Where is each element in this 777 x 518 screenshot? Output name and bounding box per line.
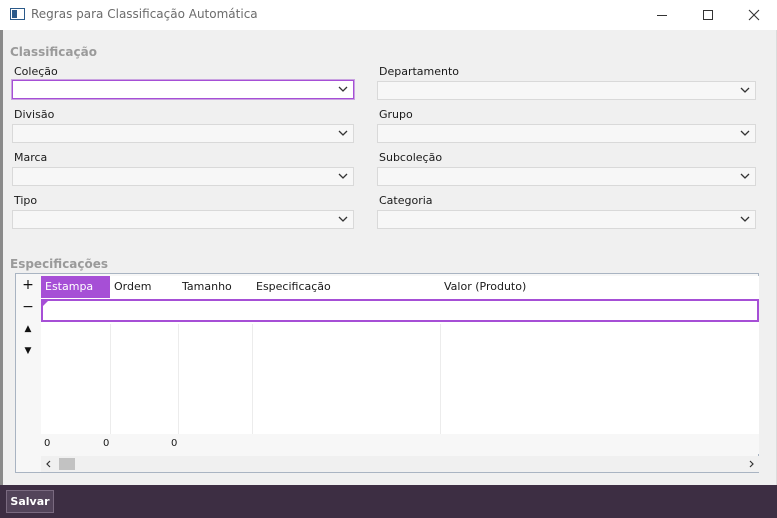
close-button[interactable] bbox=[731, 0, 777, 30]
close-icon bbox=[748, 9, 760, 21]
colecao-label: Coleção bbox=[14, 65, 58, 78]
grid-footer-totals: 0 0 0 bbox=[41, 434, 759, 454]
row-indicator-icon bbox=[43, 301, 48, 306]
chevron-down-icon bbox=[338, 216, 348, 222]
chevron-left-icon bbox=[46, 460, 51, 468]
divisao-label: Divisão bbox=[14, 108, 55, 121]
departamento-combo[interactable] bbox=[377, 81, 756, 100]
colecao-combo[interactable] bbox=[12, 80, 354, 99]
table-row[interactable] bbox=[41, 299, 759, 322]
remove-row-button[interactable]: − bbox=[20, 299, 36, 315]
minimize-button[interactable] bbox=[639, 0, 685, 30]
marca-combo[interactable] bbox=[12, 167, 354, 186]
divisao-combo[interactable] bbox=[12, 124, 354, 143]
grupo-label: Grupo bbox=[379, 108, 413, 121]
maximize-button[interactable] bbox=[685, 0, 731, 30]
scroll-left-button[interactable] bbox=[41, 456, 57, 472]
tipo-label: Tipo bbox=[14, 194, 38, 207]
tipo-combo[interactable] bbox=[12, 210, 354, 229]
specifications-grid: Estampa Ordem Tamanho Especificação Valo… bbox=[41, 276, 759, 434]
minimize-icon bbox=[657, 14, 667, 16]
departamento-label: Departamento bbox=[379, 65, 460, 78]
categoria-combo[interactable] bbox=[377, 210, 756, 229]
chevron-right-icon bbox=[749, 460, 754, 468]
specifications-panel: + − ▲ ▼ Estampa Ordem Tamanho Especifica… bbox=[15, 273, 759, 473]
chevron-down-icon bbox=[338, 173, 348, 179]
total-tamanho: 0 bbox=[171, 438, 178, 449]
column-header-estampa[interactable]: Estampa bbox=[41, 276, 110, 298]
save-button[interactable]: Salvar bbox=[6, 490, 54, 513]
chevron-down-icon bbox=[740, 130, 750, 136]
move-up-button[interactable]: ▲ bbox=[20, 321, 36, 337]
maximize-icon bbox=[703, 10, 713, 20]
column-divider bbox=[252, 324, 253, 434]
classification-section-title: Classificação bbox=[10, 45, 97, 59]
horizontal-scrollbar[interactable] bbox=[41, 456, 759, 472]
title-bar: Regras para Classificação Automática bbox=[0, 0, 777, 30]
subcolecao-combo[interactable] bbox=[377, 167, 756, 186]
chevron-down-icon bbox=[740, 87, 750, 93]
form-area: Classificação Coleção Divisão Marca Tipo… bbox=[0, 30, 777, 485]
column-header-tamanho[interactable]: Tamanho bbox=[178, 276, 252, 298]
window-title: Regras para Classificação Automática bbox=[31, 7, 258, 21]
chevron-down-icon bbox=[338, 130, 348, 136]
scroll-right-button[interactable] bbox=[743, 456, 759, 472]
subcolecao-label: Subcoleção bbox=[379, 151, 443, 164]
chevron-down-icon bbox=[740, 173, 750, 179]
column-divider bbox=[178, 324, 179, 434]
column-header-valor-produto[interactable]: Valor (Produto) bbox=[440, 276, 759, 298]
window-icon bbox=[10, 8, 25, 20]
column-header-especificacao[interactable]: Especificação bbox=[252, 276, 440, 298]
categoria-label: Categoria bbox=[379, 194, 433, 207]
bottom-action-bar: Salvar bbox=[0, 485, 777, 518]
total-ordem: 0 bbox=[103, 438, 110, 449]
column-divider bbox=[110, 324, 111, 434]
grupo-combo[interactable] bbox=[377, 124, 756, 143]
move-down-button[interactable]: ▼ bbox=[20, 343, 36, 359]
chevron-down-icon bbox=[338, 86, 348, 92]
add-row-button[interactable]: + bbox=[20, 277, 36, 293]
marca-label: Marca bbox=[14, 151, 48, 164]
column-divider bbox=[440, 324, 441, 434]
specifications-section-title: Especificações bbox=[10, 257, 109, 271]
grid-header: Estampa Ordem Tamanho Especificação Valo… bbox=[41, 276, 759, 298]
total-estampa: 0 bbox=[44, 438, 51, 449]
chevron-down-icon bbox=[740, 216, 750, 222]
scroll-thumb[interactable] bbox=[59, 458, 75, 470]
grid-toolbar: + − ▲ ▼ bbox=[16, 274, 40, 472]
column-header-ordem[interactable]: Ordem bbox=[110, 276, 178, 298]
